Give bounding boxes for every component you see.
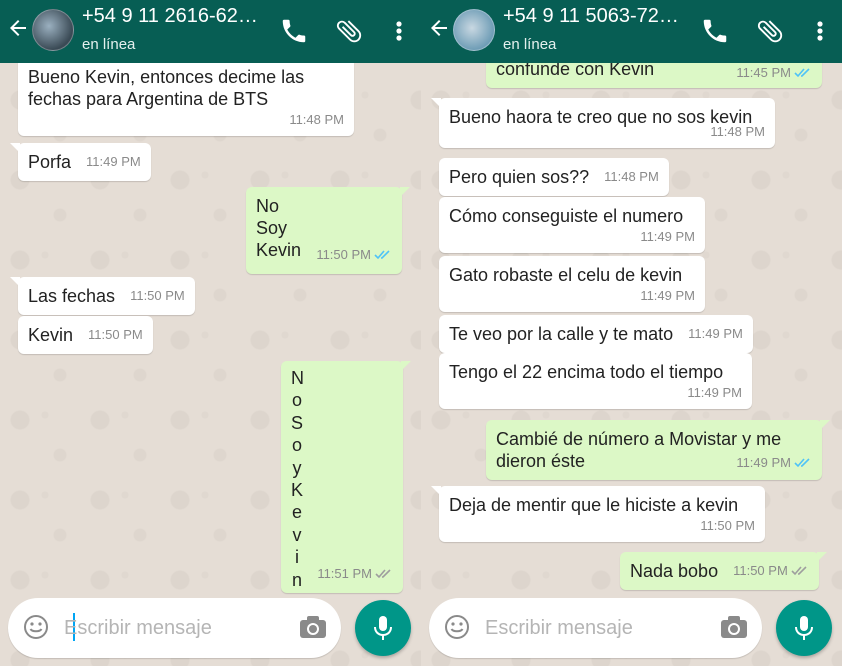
attachment-icon[interactable] [334,16,364,46]
message-time: 11:50 PM [130,288,185,303]
mic-button[interactable] [776,600,832,656]
camera-icon[interactable] [719,613,749,641]
message-outgoing[interactable]: No Soy Kevin 11:50 PM [246,187,410,274]
contact-status: en línea [82,36,136,53]
camera-icon[interactable] [298,613,328,641]
double-check-icon [791,566,807,576]
message-incoming[interactable]: Gato robaste el celu de kevin 11:49 PM [439,256,705,312]
message-time: 11:49 PM [640,288,695,303]
message-time: 11:50 PM [733,563,788,578]
message-status: 11:45 PM [736,62,812,84]
attachment-icon[interactable] [755,16,785,46]
back-arrow-icon[interactable] [6,16,30,44]
back-arrow-icon[interactable] [427,16,451,44]
more-options-icon[interactable] [805,16,823,46]
double-check-icon [794,458,810,468]
message-letter: N [291,368,304,388]
message-letter: n [291,569,302,590]
message-time: 11:49 PM [687,385,742,400]
message-text: Nada bobo [630,561,719,581]
mic-icon [795,616,813,640]
contact-avatar[interactable] [32,9,74,51]
double-check-icon [374,250,390,260]
message-incoming[interactable]: Las fechas 11:50 PM [10,277,195,315]
message-time: 11:45 PM [736,65,791,80]
message-text: Tengo el 22 encima todo el tiempo [449,362,724,382]
message-incoming[interactable]: Kevin 11:50 PM [18,316,153,354]
message-letter: o [291,390,302,411]
message-status: 11:50 PM [733,560,809,582]
message-time: 11:51 PM [317,566,372,581]
message-text: No Soy Kevin [256,196,302,260]
contact-number[interactable]: +54 9 11 5063-72… [503,5,679,28]
phone-icon[interactable] [279,16,309,46]
chat-header: +54 9 11 5063-72… en línea [421,0,842,63]
message-time: 11:50 PM [316,247,371,262]
message-text: Bueno haora te creo que no sos kevin [449,107,753,127]
message-input-bar[interactable]: Escribir mensaje [8,598,341,658]
emoji-icon[interactable] [22,613,50,641]
message-input[interactable]: Escribir mensaje [485,617,633,640]
message-letter: S [291,412,304,433]
chat-pane-right: +54 9 11 5063-72… en línea confunde con … [421,0,842,666]
message-time: 11:50 PM [88,327,143,342]
message-letter: K [291,480,304,501]
message-letter: v [292,524,302,545]
mic-icon [374,616,392,640]
message-outgoing[interactable]: Nada bobo 11:50 PM [620,552,827,590]
message-text: Pero quien sos?? [449,167,590,187]
message-status: 11:50 PM [316,244,392,266]
message-incoming[interactable]: Cómo conseguiste el numero 11:49 PM [439,197,705,253]
message-incoming[interactable]: Te veo por la calle y te mato 11:49 PM [439,315,753,353]
message-outgoing[interactable]: N o S o y K e v i n 11:51 PM [281,361,411,593]
message-status: 11:49 PM [736,452,812,474]
message-letter: i [295,547,299,568]
message-time: 11:49 PM [640,229,695,244]
contact-number[interactable]: +54 9 11 2616-62… [82,5,258,28]
message-incoming[interactable]: Bueno haora te creo que no sos kevin 11:… [431,98,775,148]
message-time: 11:49 PM [86,154,141,169]
message-text: Te veo por la calle y te mato [449,324,674,344]
message-text: Kevin [28,325,74,345]
message-time: 11:49 PM [688,326,743,341]
message-letter: e [291,502,302,523]
chat-header: +54 9 11 2616-62… en línea [0,0,421,63]
message-text: Porfa [28,152,72,172]
message-time: 11:50 PM [700,518,755,533]
more-options-icon[interactable] [384,16,402,46]
message-text: Gato robaste el celu de kevin [449,265,683,285]
emoji-icon[interactable] [443,613,471,641]
message-text: Las fechas [28,286,116,306]
double-check-icon [794,68,810,78]
message-text: Bueno Kevin, entonces decime las fechas … [28,67,310,109]
message-incoming[interactable]: Deja de mentir que le hiciste a kevin 11… [431,486,765,542]
message-incoming[interactable]: Tengo el 22 encima todo el tiempo 11:49 … [439,353,752,409]
message-status: 11:51 PM [317,563,393,585]
message-incoming[interactable]: Pero quien sos?? 11:48 PM [439,158,669,196]
message-letter: o [291,435,302,456]
message-letter: y [292,457,302,478]
message-time: 11:48 PM [289,112,344,127]
phone-icon[interactable] [700,16,730,46]
message-time: 11:49 PM [736,455,791,470]
mic-button[interactable] [355,600,411,656]
double-check-icon [375,569,391,579]
message-text: Cómo conseguiste el numero [449,206,684,226]
contact-status: en línea [503,36,557,53]
message-outgoing[interactable]: Cambié de número a Movistar y me dieron … [486,420,830,480]
message-text: Deja de mentir que le hiciste a kevin [449,495,739,515]
message-time: 11:48 PM [604,169,659,184]
message-input[interactable]: Escribir mensaje [64,617,212,640]
contact-avatar[interactable] [453,9,495,51]
message-incoming[interactable]: Bueno Kevin, entonces decime las fechas … [18,58,354,136]
chat-pane-left: +54 9 11 2616-62… en línea Bueno Kevin, … [0,0,421,666]
message-input-bar[interactable]: Escribir mensaje [429,598,762,658]
message-incoming[interactable]: Porfa 11:49 PM [10,143,151,181]
